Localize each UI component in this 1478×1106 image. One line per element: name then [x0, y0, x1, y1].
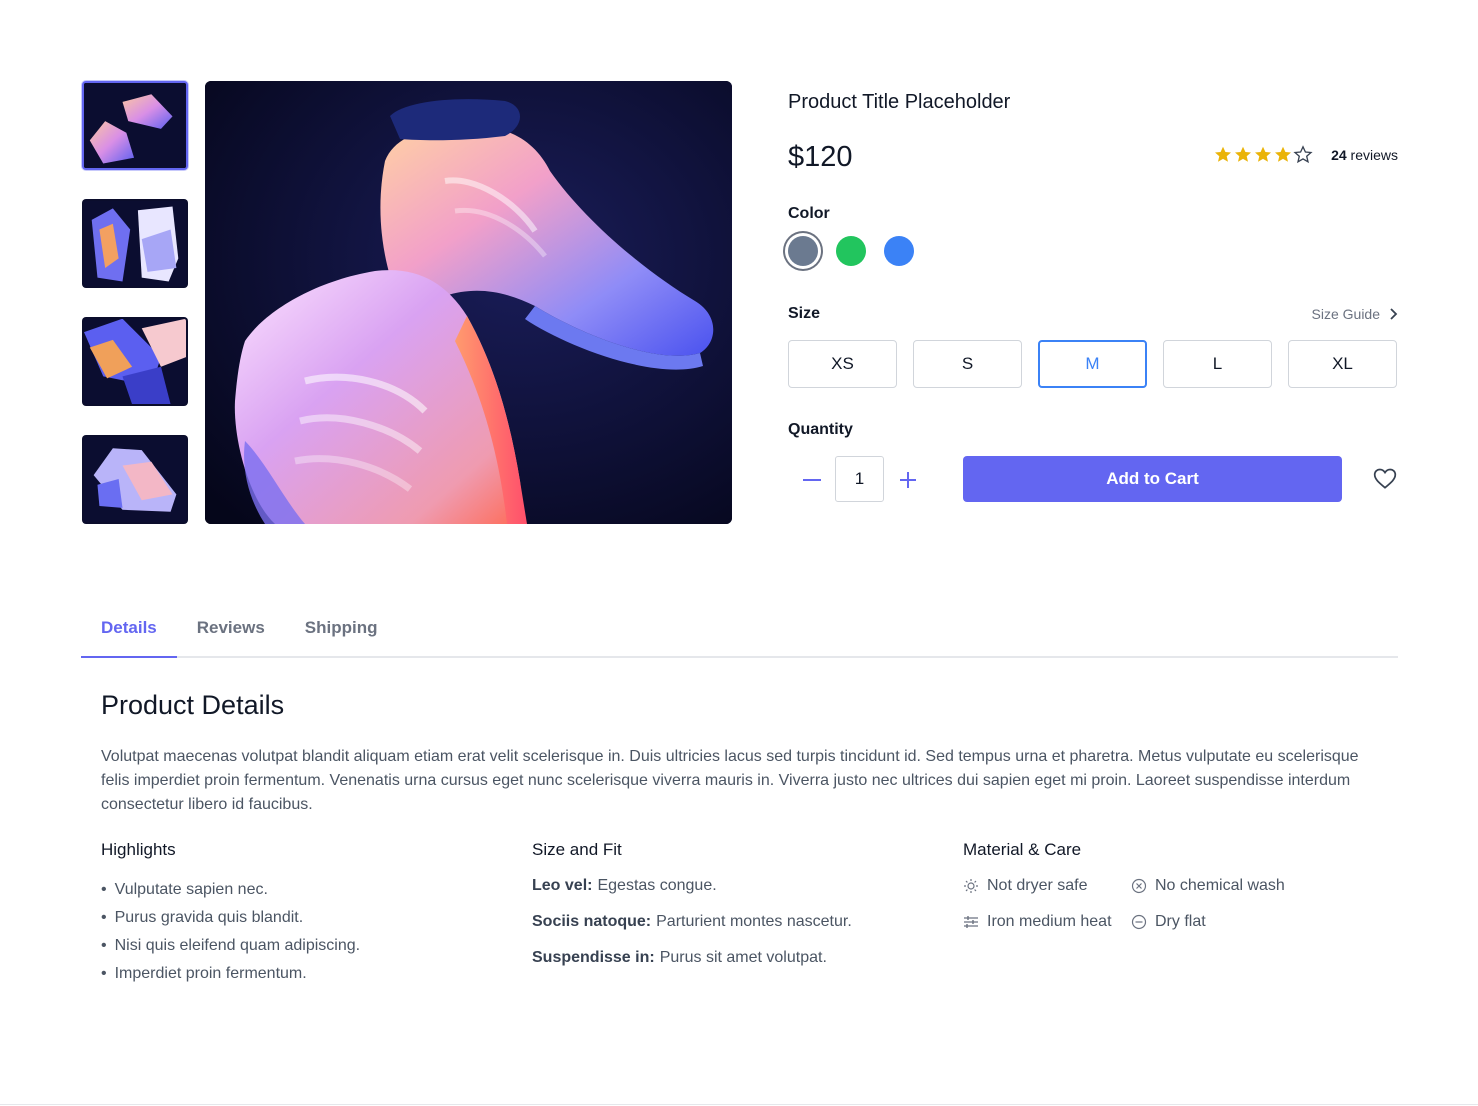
- highlights-list: Vulputate sapien nec. Purus gravida quis…: [101, 876, 360, 988]
- list-item: Vulputate sapien nec.: [101, 876, 360, 904]
- size-guide-label: Size Guide: [1311, 306, 1380, 322]
- size-option-xs[interactable]: XS: [788, 340, 897, 388]
- chevron-right-icon: [1390, 308, 1398, 320]
- fit-key: Sociis natoque:: [532, 913, 652, 930]
- list-item: Purus gravida quis blandit.: [101, 904, 360, 932]
- star-filled-icon: [1215, 146, 1232, 162]
- highlights-title: Highlights: [101, 840, 176, 859]
- color-swatch-blue[interactable]: [884, 236, 914, 266]
- fit-value: Parturient montes nascetur.: [656, 913, 852, 930]
- thumbnail-1[interactable]: [82, 81, 188, 170]
- fit-key: Leo vel:: [532, 877, 593, 894]
- rating-stars: [1213, 145, 1313, 165]
- care-label: Iron medium heat: [987, 913, 1112, 930]
- sliders-icon: [964, 916, 978, 928]
- fit-key: Suspendisse in:: [532, 949, 655, 966]
- minus-circle-icon: [1131, 914, 1147, 930]
- care-label: Dry flat: [1155, 913, 1206, 930]
- size-options: XS S M L XL: [788, 340, 1397, 388]
- thumbnail-4[interactable]: [82, 435, 188, 524]
- size-option-l[interactable]: L: [1163, 340, 1272, 388]
- star-empty-icon: [1293, 145, 1313, 164]
- star-filled-icon: [1275, 146, 1292, 162]
- thumbnail-list: [82, 81, 188, 553]
- minus-icon[interactable]: [800, 468, 824, 492]
- care-label: No chemical wash: [1155, 877, 1285, 894]
- star-filled-icon: [1255, 146, 1272, 162]
- color-swatch-slate[interactable]: [788, 236, 818, 266]
- details-title: Product Details: [101, 690, 285, 720]
- reviews-label: reviews: [1350, 147, 1398, 163]
- list-item: Nisi quis eleifend quam adipiscing.: [101, 932, 360, 960]
- details-description: Volutpat maecenas volutpat blandit aliqu…: [101, 748, 1359, 813]
- quantity-input[interactable]: 1: [835, 456, 884, 502]
- tab-shipping[interactable]: Shipping: [285, 610, 398, 658]
- size-option-xl[interactable]: XL: [1288, 340, 1397, 388]
- size-fit-title: Size and Fit: [532, 840, 622, 859]
- product-tabs: Details Reviews Shipping: [81, 610, 1398, 658]
- fit-row: Leo vel: Egestas congue.: [532, 868, 852, 904]
- color-label: Color: [788, 205, 830, 222]
- size-label: Size: [788, 305, 821, 322]
- reviews-link[interactable]: 24 reviews: [1331, 147, 1398, 163]
- size-option-s[interactable]: S: [913, 340, 1022, 388]
- sun-icon: [964, 879, 978, 893]
- care-item: No chemical wash: [1131, 876, 1331, 896]
- product-price: $120: [788, 141, 853, 173]
- care-item: Not dryer safe: [963, 876, 1131, 896]
- fit-value: Egestas congue.: [597, 877, 717, 894]
- care-list: Not dryer safe No chemical wash Iron med…: [963, 876, 1331, 932]
- main-product-image: [205, 81, 732, 524]
- fit-value: Purus sit amet volutpat.: [659, 949, 827, 966]
- care-item: Iron medium heat: [963, 912, 1131, 932]
- thumbnail-3[interactable]: [82, 317, 188, 406]
- heart-icon[interactable]: [1372, 466, 1398, 492]
- fit-row: Sociis natoque: Parturient montes nascetu…: [532, 904, 852, 940]
- thumbnail-2[interactable]: [82, 199, 188, 288]
- highlights-section: Highlights Vulputate sapien nec. Purus g…: [101, 840, 360, 988]
- care-item: Dry flat: [1131, 912, 1331, 932]
- quantity-label: Quantity: [788, 421, 853, 438]
- fit-row: Suspendisse in: Purus sit amet volutpat.: [532, 940, 852, 976]
- add-to-cart-button[interactable]: Add to Cart: [963, 456, 1342, 502]
- material-care-section: Material & Care Not dryer safe No chemic…: [963, 840, 1331, 932]
- quantity-row: 1 Add to Cart: [788, 456, 1398, 504]
- product-title: Product Title Placeholder: [788, 91, 1011, 113]
- tab-reviews[interactable]: Reviews: [177, 610, 285, 658]
- x-circle-icon: [1131, 878, 1147, 894]
- tab-details[interactable]: Details: [81, 610, 177, 658]
- reviews-count: 24: [1331, 147, 1347, 163]
- material-care-title: Material & Care: [963, 840, 1082, 859]
- star-filled-icon: [1235, 146, 1252, 162]
- size-fit-section: Size and Fit Leo vel: Egestas congue. Soc…: [532, 840, 852, 976]
- color-swatch-green[interactable]: [836, 236, 866, 266]
- plus-icon[interactable]: [896, 468, 920, 492]
- list-item: Imperdiet proin fermentum.: [101, 960, 360, 988]
- color-options: [788, 236, 914, 266]
- size-guide-link[interactable]: Size Guide: [1312, 306, 1398, 322]
- footer-divider: [0, 1104, 1478, 1105]
- size-option-m[interactable]: M: [1038, 340, 1147, 388]
- rating: 24 reviews: [1213, 145, 1398, 165]
- care-label: Not dryer safe: [987, 877, 1088, 894]
